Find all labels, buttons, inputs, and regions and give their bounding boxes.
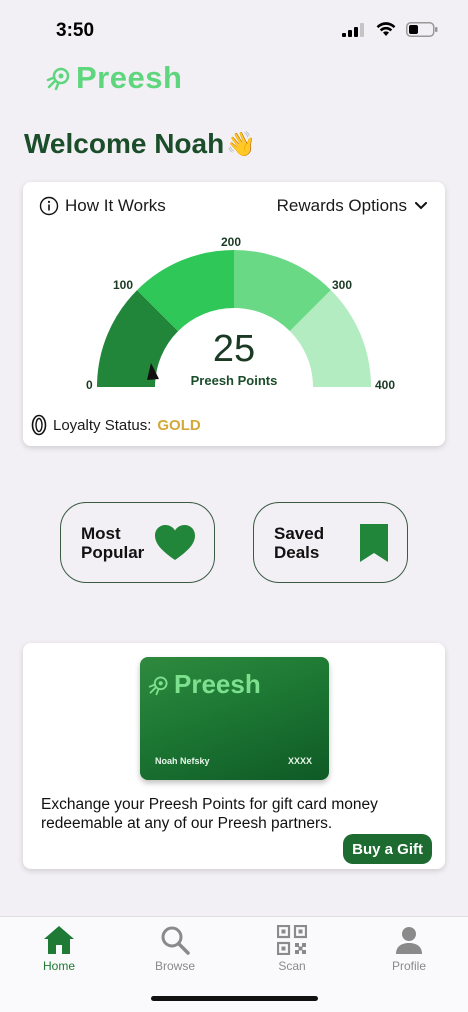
search-icon	[161, 926, 190, 955]
gift-card-brand: Preesh	[174, 669, 261, 699]
saved-deals-label: Saved Deals	[274, 523, 325, 562]
app-logo: Preesh	[46, 60, 182, 96]
profile-icon	[396, 927, 422, 954]
gift-card-image: Preesh Noah Nefsky XXXX	[140, 657, 329, 780]
bookmark-icon	[360, 523, 388, 562]
nav-browse[interactable]: Browse	[135, 925, 215, 973]
gauge-tick-100: 100	[113, 278, 134, 292]
gauge-tick-0: 0	[86, 378, 93, 392]
loyalty-status: Loyalty Status: GOLD	[31, 414, 201, 436]
points-value: 25	[212, 328, 256, 370]
status-icons	[342, 22, 438, 37]
cellular-signal-icon	[342, 22, 364, 37]
gift-card-panel: Preesh Noah Nefsky XXXX Exchange your Pr…	[23, 643, 445, 869]
gift-card-holder: Noah Nefsky	[155, 756, 210, 766]
home-icon	[44, 926, 74, 954]
rocket-icon	[148, 675, 168, 695]
welcome-text: Welcome Noah	[24, 128, 225, 159]
nav-browse-label: Browse	[154, 959, 195, 973]
qr-code-icon	[277, 925, 307, 955]
nav-profile[interactable]: Profile	[369, 925, 449, 973]
battery-icon	[406, 22, 438, 37]
rewards-options-label: Rewards Options	[276, 196, 407, 215]
nav-home[interactable]: Home	[19, 925, 99, 973]
welcome-heading: Welcome Noah 👋	[24, 128, 256, 160]
buy-gift-button[interactable]: Buy a Gift	[343, 834, 432, 864]
nav-home-label: Home	[42, 959, 75, 973]
nav-profile-label: Profile	[391, 959, 426, 973]
most-popular-label: Most Popular	[81, 523, 145, 562]
medal-icon	[31, 414, 47, 436]
loyalty-level: GOLD	[157, 416, 201, 434]
status-time: 3:50	[56, 20, 95, 41]
how-it-works-label: How It Works	[65, 196, 166, 215]
info-icon	[39, 196, 59, 216]
how-it-works-link[interactable]: How It Works	[39, 196, 166, 216]
saved-deals-button[interactable]: Saved Deals	[253, 502, 408, 583]
gauge-tick-200: 200	[221, 235, 242, 249]
nav-scan-label: Scan	[278, 959, 306, 973]
rocket-icon	[46, 67, 70, 91]
wifi-icon	[376, 22, 396, 36]
gauge-tick-300: 300	[332, 278, 353, 292]
gift-card-description: Exchange your Preesh Points for gift car…	[41, 796, 378, 832]
gauge-tick-400: 400	[375, 378, 396, 392]
chevron-down-icon	[415, 202, 427, 210]
points-card: How It Works Rewards Options 25 Preesh P…	[23, 182, 445, 446]
status-bar: 3:50	[0, 0, 468, 60]
rewards-options-dropdown[interactable]: Rewards Options	[277, 196, 427, 216]
wave-emoji-icon: 👋	[226, 130, 257, 158]
nav-scan[interactable]: Scan	[252, 925, 332, 973]
most-popular-button[interactable]: Most Popular	[60, 502, 215, 583]
logo-text: Preesh	[76, 60, 183, 95]
gift-card-logo: Preesh	[148, 669, 261, 700]
heart-icon	[155, 524, 195, 560]
loyalty-label: Loyalty Status:	[53, 416, 152, 434]
home-indicator[interactable]	[151, 996, 318, 1001]
gift-card-number: XXXX	[287, 756, 312, 766]
